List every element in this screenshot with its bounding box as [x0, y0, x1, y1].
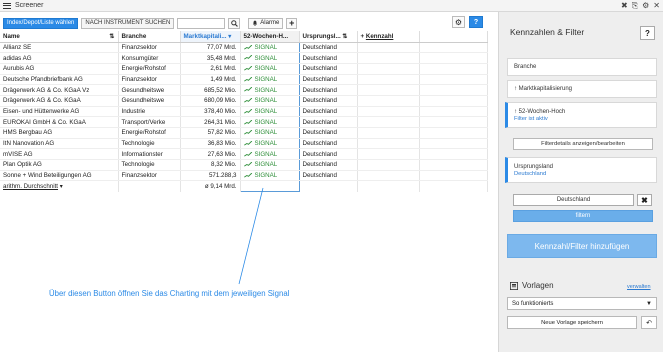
- template-select[interactable]: So funktionierts ▼: [507, 297, 657, 310]
- filter-panel-title: Kennzahlen & Filter: [510, 27, 585, 37]
- undo-icon[interactable]: ↶: [641, 316, 657, 329]
- filter-help-button[interactable]: ?: [640, 26, 655, 40]
- save-template-button[interactable]: Neue Vorlage speichern: [507, 316, 637, 329]
- filter-ursprungsland[interactable]: Ursprungsland Deutschland: [505, 157, 657, 183]
- filter-details-button[interactable]: Filterdetails anzeigen/bearbeiten: [513, 138, 653, 150]
- manage-templates-link[interactable]: verwalten: [627, 284, 651, 290]
- filter-ursprungsland-value: Deutschland: [514, 170, 547, 177]
- template-icon: [510, 281, 518, 290]
- filter-branche[interactable]: Branche: [507, 58, 657, 76]
- filter-active-note: Filter ist aktiv: [514, 115, 548, 122]
- filter-marktkapitalisierung[interactable]: ↑ Marktkapitalisierung: [507, 80, 657, 98]
- vorlagen-header: Vorlagen: [510, 281, 554, 290]
- annotation-text: Über diesen Button öffnen Sie das Charti…: [49, 289, 290, 298]
- country-input[interactable]: Deutschland: [513, 194, 634, 206]
- add-kennzahl-filter-button[interactable]: Kennzahl/Filter hinzufügen: [507, 234, 657, 258]
- apply-filter-button[interactable]: filtern: [513, 210, 653, 222]
- filter-52-wochen-hoch[interactable]: ↑ 52-Wochen-Hoch Filter ist aktiv: [505, 102, 657, 128]
- clear-country-icon[interactable]: ✖: [637, 194, 652, 206]
- chevron-down-icon: ▼: [646, 300, 652, 307]
